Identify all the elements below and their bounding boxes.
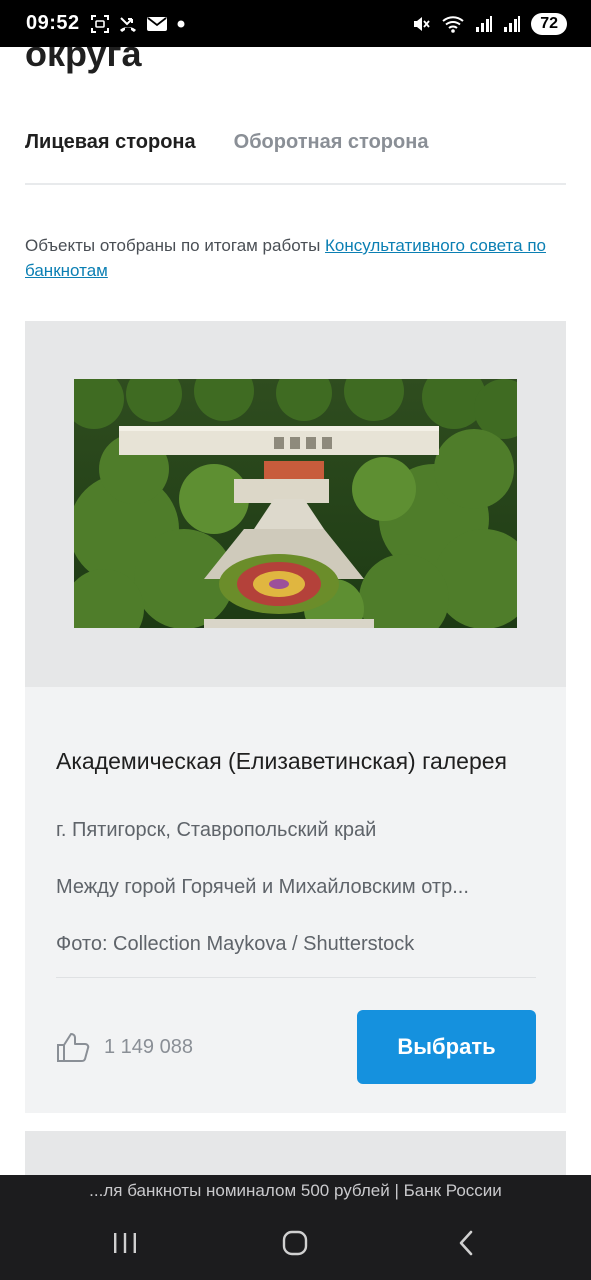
status-right: 72 <box>411 12 567 35</box>
like-count: 1 149 088 <box>104 1035 193 1058</box>
recent-apps-icon <box>114 1233 137 1253</box>
status-left: 09:52 <box>26 12 186 35</box>
select-button[interactable]: Выбрать <box>357 1010 536 1084</box>
signal-icon <box>476 15 493 32</box>
system-nav-bar <box>0 1223 591 1263</box>
card-divider <box>56 977 536 978</box>
status-bar: 09:52 72 <box>0 0 591 47</box>
like-counter[interactable]: 1 149 088 <box>56 1031 193 1063</box>
phone-missed-icon <box>119 16 136 32</box>
tab-front-side[interactable]: Лицевая сторона <box>25 131 196 183</box>
card-image-area <box>25 321 566 687</box>
back-icon <box>459 1230 473 1256</box>
back-button[interactable] <box>436 1223 496 1263</box>
card-description[interactable]: Между горой Горячей и Михайловским отр..… <box>56 876 536 899</box>
home-button[interactable] <box>265 1223 325 1263</box>
home-icon <box>283 1230 308 1256</box>
gallery-photo <box>74 379 517 628</box>
tab-back-side[interactable]: Оборотная сторона <box>234 131 429 183</box>
card-title: Академическая (Елизаветинская) галерея <box>56 748 508 774</box>
browser-bottom-bar: ...ля банкноты номиналом 500 рублей | Ба… <box>0 1175 591 1280</box>
mail-icon <box>146 16 167 31</box>
wifi-icon <box>442 15 464 33</box>
page-content: округа Лицевая сторона Оборотная сторона… <box>0 47 591 1175</box>
status-time: 09:52 <box>26 12 80 34</box>
selection-notice: Объекты отобраны по итогам работы Консул… <box>25 233 566 283</box>
photo-credit: Фото: Collection Maykova / Shutterstock <box>56 933 415 955</box>
next-card-preview <box>25 1131 566 1175</box>
mute-icon <box>414 16 430 31</box>
screenshot-icon <box>90 14 109 33</box>
notification-icons <box>90 14 186 34</box>
page-caption[interactable]: ...ля банкноты номиналом 500 рублей | Ба… <box>0 1181 591 1201</box>
side-tabs: Лицевая сторона Оборотная сторона <box>25 131 566 185</box>
thumbs-up-icon <box>57 1033 90 1062</box>
page-title: округа <box>25 47 142 74</box>
signal-icon <box>504 15 521 32</box>
notice-text: Объекты отобраны по итогам работы <box>25 236 326 255</box>
recent-apps-button[interactable] <box>95 1223 155 1263</box>
card-location: г. Пятигорск, Ставропольский край <box>56 819 377 841</box>
dot-icon <box>177 20 185 27</box>
object-card: Академическая (Елизаветинская) галерея г… <box>25 321 566 1113</box>
battery-indicator: 72 <box>531 12 567 35</box>
